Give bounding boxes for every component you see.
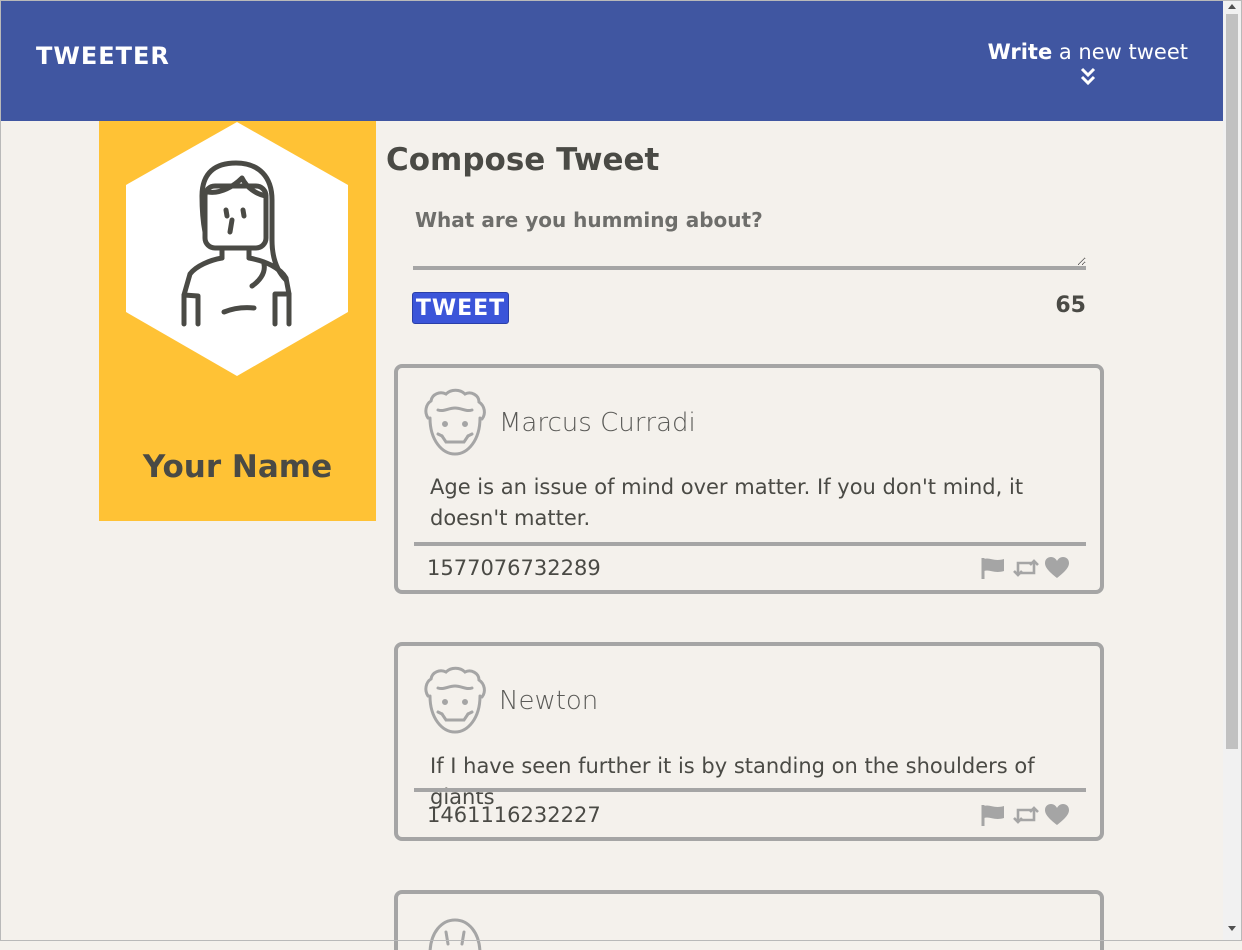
profile-avatar bbox=[126, 122, 348, 376]
tweet-compose-input[interactable] bbox=[413, 200, 1086, 270]
scroll-down-arrow-icon[interactable] bbox=[1228, 926, 1236, 931]
tweet-card: Newton If I have seen further it is by s… bbox=[394, 642, 1104, 841]
tweet-content: Age is an issue of mind over matter. If … bbox=[430, 475, 1024, 530]
profile-name: Your Name bbox=[142, 449, 333, 485]
retweet-icon[interactable] bbox=[1012, 803, 1039, 827]
double-chevron-down-icon[interactable] bbox=[1078, 66, 1098, 88]
heart-icon[interactable] bbox=[1044, 803, 1070, 827]
tweet-divider bbox=[414, 788, 1086, 792]
heart-icon[interactable] bbox=[1044, 556, 1070, 580]
tweet-card bbox=[394, 890, 1104, 950]
character-counter: 65 bbox=[1055, 293, 1086, 318]
tweet-actions bbox=[980, 803, 1070, 827]
flag-icon[interactable] bbox=[980, 556, 1006, 580]
compose-title: Compose Tweet bbox=[386, 142, 660, 178]
tweet-actions bbox=[980, 556, 1070, 580]
flag-icon[interactable] bbox=[980, 803, 1006, 827]
write-link-text: a new tweet bbox=[1052, 40, 1188, 64]
page-scrollbar[interactable] bbox=[1223, 0, 1242, 941]
user-avatar-icon bbox=[424, 388, 486, 456]
user-avatar-icon bbox=[428, 918, 482, 950]
write-new-tweet-link[interactable]: Write a new tweet bbox=[988, 40, 1188, 88]
brand-logo[interactable]: TWEETER bbox=[36, 42, 170, 70]
tweet-divider bbox=[414, 542, 1086, 546]
tweet-timestamp: 1577076732289 bbox=[427, 556, 601, 580]
profile-card: Your Name bbox=[99, 121, 376, 521]
retweet-icon[interactable] bbox=[1012, 556, 1039, 580]
tweet-submit-button[interactable]: TWEET bbox=[412, 292, 509, 324]
tweet-timestamp: 1461116232227 bbox=[427, 803, 601, 827]
user-avatar-icon bbox=[424, 666, 486, 734]
tweet-author: Marcus Curradi bbox=[499, 408, 696, 438]
top-nav: TWEETER Write a new tweet bbox=[0, 0, 1223, 121]
scroll-thumb[interactable] bbox=[1226, 14, 1238, 749]
write-link-bold: Write bbox=[987, 40, 1053, 64]
scroll-up-arrow-icon[interactable] bbox=[1228, 4, 1236, 9]
tweet-author: Newton bbox=[499, 686, 599, 716]
tweet-card: Marcus Curradi Age is an issue of mind o… bbox=[394, 364, 1104, 594]
